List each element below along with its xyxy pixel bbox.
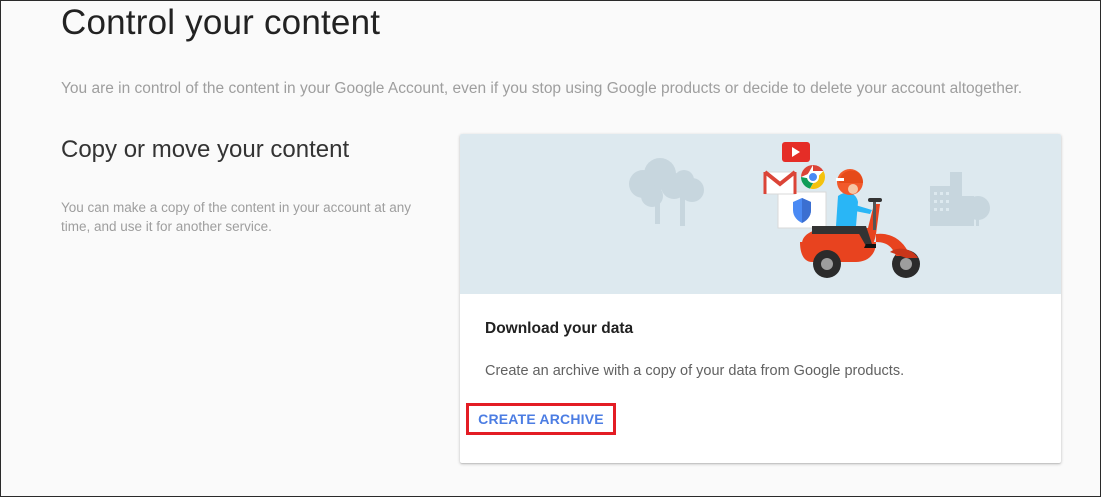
create-archive-label: CREATE ARCHIVE — [478, 411, 604, 427]
page-intro: You are in control of the content in you… — [61, 80, 1023, 97]
chrome-icon — [801, 165, 825, 189]
gmail-icon — [763, 170, 797, 195]
card-description: Create an archive with a copy of your da… — [485, 363, 905, 379]
tree-icon — [629, 158, 704, 226]
card-title: Download your data — [485, 320, 634, 337]
youtube-icon — [782, 142, 810, 162]
building-icon — [930, 172, 990, 226]
cargo-box-icon — [777, 191, 827, 229]
section-description: You can make a copy of the content in yo… — [61, 200, 411, 234]
section-title: Copy or move your content — [61, 136, 350, 163]
create-archive-button[interactable]: CREATE ARCHIVE — [466, 403, 616, 435]
scooter-delivery-illustration — [460, 134, 1061, 294]
page-title: Control your content — [61, 3, 381, 42]
